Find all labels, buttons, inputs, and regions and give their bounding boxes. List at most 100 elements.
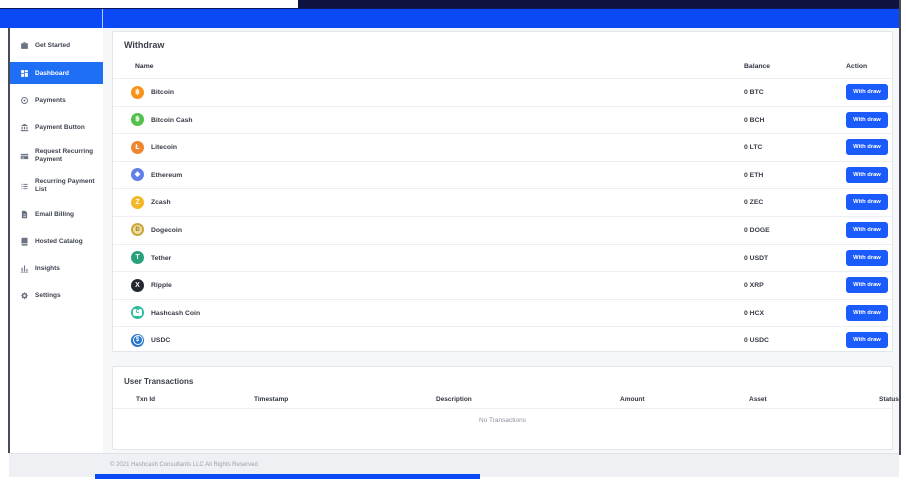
sidebar-item-label: Hosted Catalog — [35, 238, 87, 245]
top-navbar — [0, 8, 901, 28]
sidebar-item-recurring-payment-list[interactable]: Recurring Payment List — [10, 171, 103, 201]
chart-icon — [20, 264, 30, 273]
txn-column-status: Status — [879, 396, 899, 403]
transactions-header-divider — [113, 408, 892, 409]
coin-balance: 0 USDC — [744, 337, 769, 344]
document-icon — [20, 210, 30, 219]
coin-row: $ USDC 0 USDC With draw — [113, 326, 892, 354]
column-header-balance: Balance — [744, 63, 770, 70]
coin-balance: 0 USDT — [744, 255, 768, 262]
coin-balance: 0 BTC — [744, 89, 764, 96]
coin-row: ฿ Bitcoin 0 BTC With draw — [113, 78, 892, 106]
coin-name: Ethereum — [151, 172, 182, 179]
window-right-border — [899, 0, 901, 455]
withdraw-rows: ฿ Bitcoin 0 BTC With draw ฿ Bitcoin Cash 0 BCH… — [113, 78, 892, 354]
bitcoin-cash-icon: ฿ — [131, 113, 144, 126]
bottom-blue-strip — [95, 474, 480, 479]
sidebar-item-payment-button[interactable]: Payment Button — [10, 114, 103, 141]
topbar-divider — [102, 9, 103, 28]
coin-name: Bitcoin Cash — [151, 117, 193, 124]
coin-circle-icon — [20, 96, 30, 105]
app-window: Get Started Dashboard Payments Payment Butt… — [0, 0, 906, 481]
sidebar-item-get-started[interactable]: Get Started — [10, 32, 103, 59]
coin-row: CHashcash Coin0 HCXWith draw — [113, 299, 892, 327]
withdraw-button[interactable]: With draw — [846, 84, 888, 100]
txn-column-description: Description — [436, 396, 620, 403]
grid-icon — [20, 69, 30, 78]
txn-column-timestamp: Timestamp — [254, 396, 436, 403]
coin-row: ◆ Ethereum 0 ETH With draw — [113, 161, 892, 189]
book-icon — [20, 237, 30, 246]
ethereum-icon: ◆ — [131, 168, 144, 181]
sidebar-item-label: Get Started — [35, 42, 74, 49]
txn-column-asset: Asset — [749, 396, 879, 403]
txn-column-amount: Amount — [620, 396, 749, 403]
litecoin-icon: Ł — [131, 141, 144, 154]
coin-row: ĐDogecoin0 DOGEWith draw — [113, 216, 892, 244]
withdraw-button[interactable]: With draw — [846, 139, 888, 155]
dogecoin-icon: Đ — [131, 223, 144, 236]
list-icon — [20, 182, 30, 191]
column-header-action: Action — [846, 63, 867, 70]
user-transactions-card: User Transactions Txn IdTimestampDescrip… — [112, 366, 893, 450]
sidebar-item-label: Recurring Payment List — [35, 178, 103, 194]
coin-balance: 0 LTC — [744, 144, 762, 151]
withdraw-button[interactable]: With draw — [846, 222, 888, 238]
coin-balance: 0 ZEC — [744, 199, 763, 206]
sidebar-item-request-recurring-payment[interactable]: Request Recurring Payment — [10, 141, 103, 171]
coin-row: ฿ Bitcoin Cash 0 BCH With draw — [113, 106, 892, 134]
coin-row: XRipple0 XRPWith draw — [113, 271, 892, 299]
sidebar-nav: Get Started Dashboard Payments Payment Butt… — [10, 28, 103, 453]
withdraw-button[interactable]: With draw — [846, 194, 888, 210]
withdraw-button[interactable]: With draw — [846, 305, 888, 321]
coin-name: USDC — [151, 337, 170, 344]
sidebar-item-label: Dashboard — [35, 70, 73, 77]
coin-name: Litecoin — [151, 144, 177, 151]
sidebar-item-label: Settings — [35, 292, 65, 299]
card-icon — [20, 152, 30, 161]
coin-row: T Tether 0 USDT With draw — [113, 244, 892, 272]
withdraw-button[interactable]: With draw — [846, 332, 888, 348]
sidebar-item-label: Email Billing — [35, 211, 78, 218]
coin-row: Ł Litecoin 0 LTC With draw — [113, 133, 892, 161]
sidebar-item-email-billing[interactable]: Email Billing — [10, 201, 103, 228]
withdraw-title: Withdraw — [124, 40, 892, 50]
briefcase-icon — [20, 41, 30, 50]
sidebar-item-settings[interactable]: Settings — [10, 282, 103, 309]
sidebar-item-label: Payment Button — [35, 124, 89, 131]
sidebar-item-label: Payments — [35, 97, 70, 104]
coin-balance: 0 HCX — [744, 310, 764, 317]
sidebar-item-label: Request Recurring Payment — [35, 148, 103, 164]
coin-name: Bitcoin — [151, 89, 174, 96]
transactions-title: User Transactions — [124, 377, 892, 386]
withdraw-button[interactable]: With draw — [846, 277, 888, 293]
coin-name: Zcash — [151, 199, 171, 206]
gear-icon — [20, 291, 30, 300]
coin-balance: 0 DOGE — [744, 227, 770, 234]
transactions-header: Txn IdTimestampDescriptionAmountAssetSta… — [113, 396, 892, 403]
sidebar-item-insights[interactable]: Insights — [10, 255, 103, 282]
coin-balance: 0 ETH — [744, 172, 763, 179]
no-transactions-text: No Transactions — [113, 417, 892, 424]
copyright-text: © 2021 Hashcash Consultants LLC All Righ… — [110, 462, 899, 468]
withdraw-button[interactable]: With draw — [846, 167, 888, 183]
coin-balance: 0 BCH — [744, 117, 764, 124]
withdraw-button[interactable]: With draw — [846, 112, 888, 128]
coin-name: Hashcash Coin — [151, 310, 200, 317]
tether-icon: T — [131, 251, 144, 264]
sidebar-item-label: Insights — [35, 265, 64, 272]
sidebar-item-payments[interactable]: Payments — [10, 87, 103, 114]
coin-name: Ripple — [151, 282, 172, 289]
sidebar-item-dashboard[interactable]: Dashboard — [10, 62, 103, 84]
coin-row: Z Zcash 0 ZEC With draw — [113, 188, 892, 216]
usdc-icon: $ — [131, 334, 144, 347]
bitcoin-icon: ฿ — [131, 86, 144, 99]
sidebar-item-hosted-catalog[interactable]: Hosted Catalog — [10, 228, 103, 255]
bank-icon — [20, 123, 30, 132]
withdraw-button[interactable]: With draw — [846, 250, 888, 266]
coin-name: Tether — [151, 255, 171, 262]
top-dark-strip — [298, 0, 901, 8]
withdraw-table-header: Name Balance Action — [113, 56, 892, 78]
column-header-name: Name — [135, 63, 154, 70]
zcash-icon: Z — [131, 196, 144, 209]
